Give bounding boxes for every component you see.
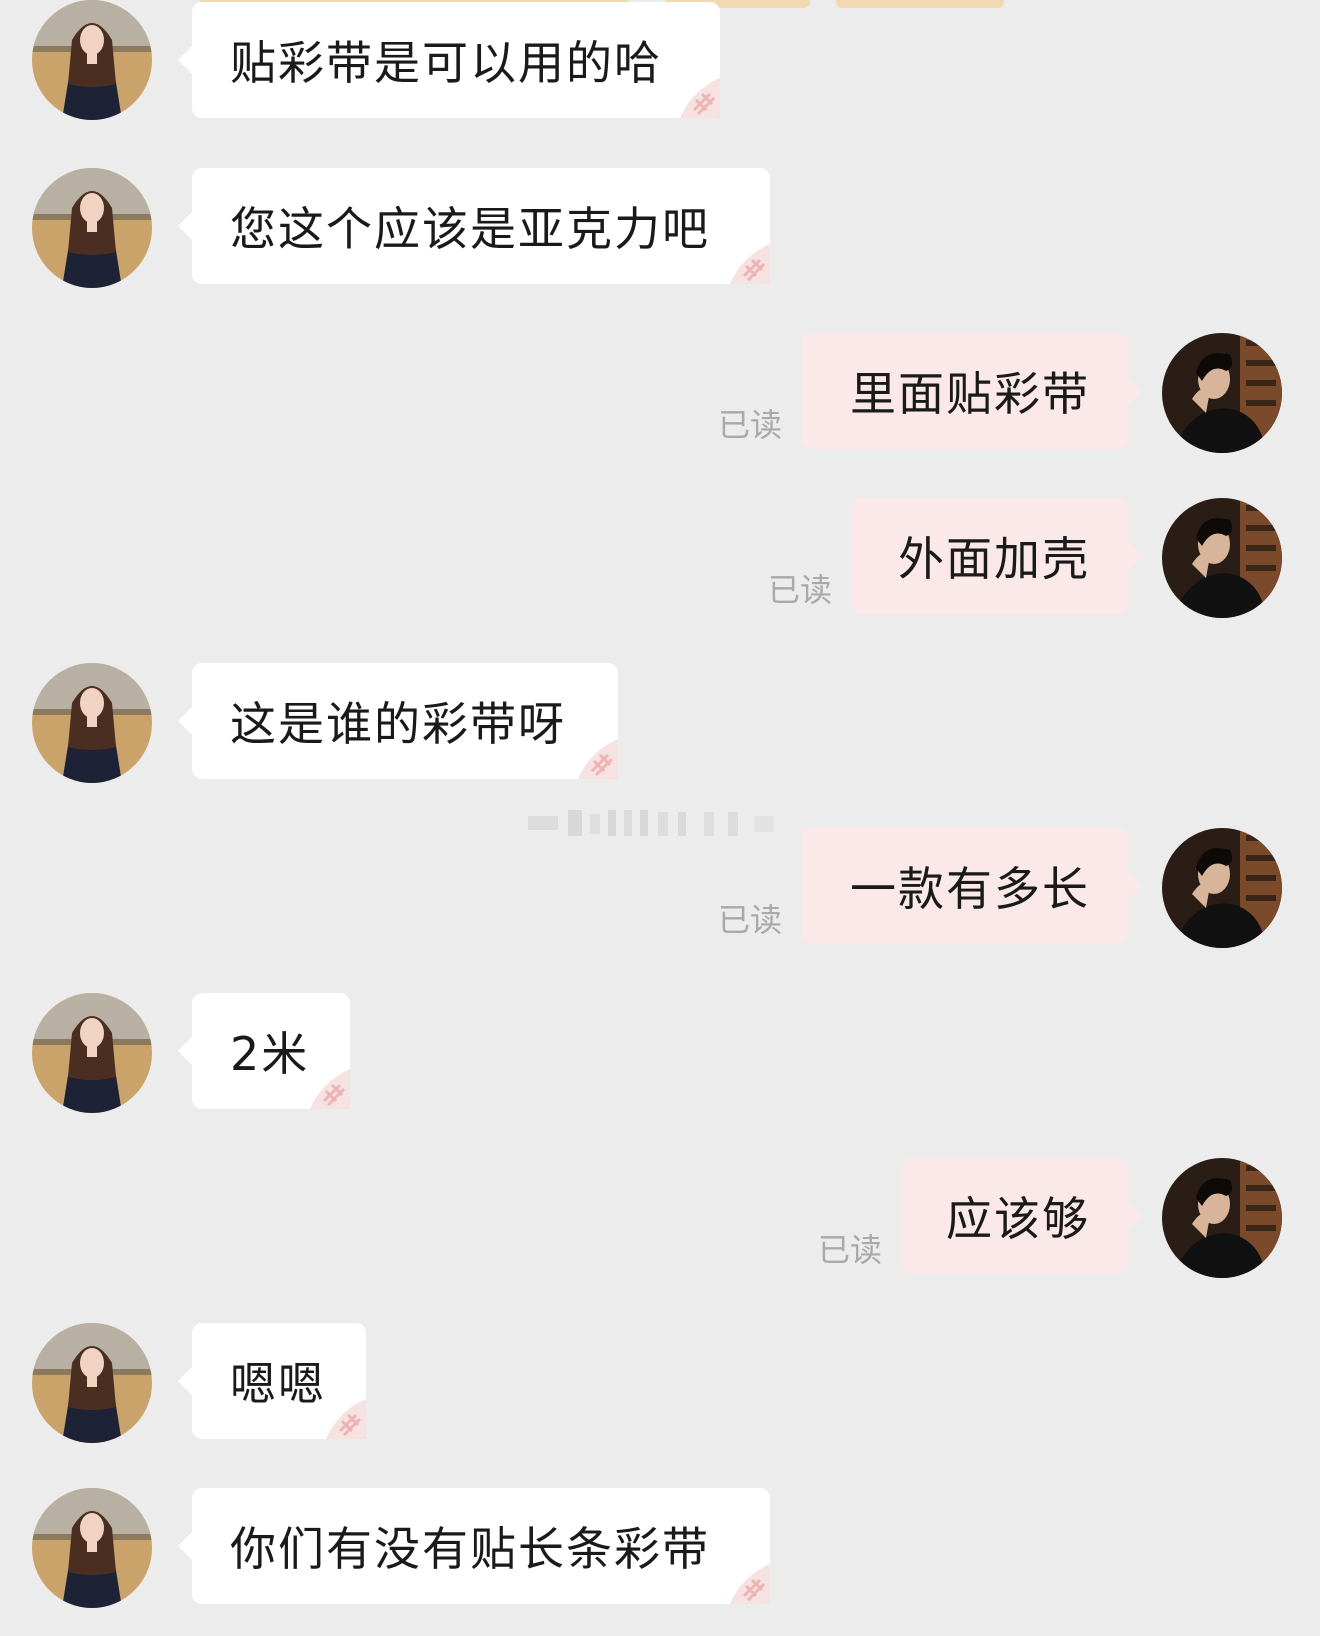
woman-avatar-icon[interactable] bbox=[32, 1323, 152, 1443]
message-bubble-outgoing[interactable]: 外面加壳 bbox=[852, 498, 1142, 614]
message-text: 贴彩带是可以用的哈 bbox=[230, 36, 662, 90]
message-text: 这是谁的彩带呀 bbox=[230, 697, 566, 751]
message-bubble-outgoing[interactable]: 应该够 bbox=[902, 1158, 1142, 1274]
message-bubble-incoming[interactable]: 您这个应该是亚克力吧 bbox=[178, 168, 770, 284]
man-avatar-icon[interactable] bbox=[1162, 498, 1282, 618]
message-bubble-incoming[interactable]: 这是谁的彩带呀 bbox=[178, 663, 618, 779]
man-avatar-icon[interactable] bbox=[1162, 828, 1282, 948]
message-text: 您这个应该是亚克力吧 bbox=[230, 202, 710, 256]
woman-avatar-icon[interactable] bbox=[32, 993, 152, 1113]
woman-avatar-icon[interactable] bbox=[32, 663, 152, 783]
blurred-timestamp bbox=[528, 810, 774, 836]
read-receipt: 已读 bbox=[718, 901, 783, 939]
message-text: 你们有没有贴长条彩带 bbox=[230, 1522, 710, 1576]
chat-screen: 贴彩带是可以用的哈 您这个应该是亚克力吧 已读 里面贴彩带 已读 外面加壳 这是… bbox=[0, 0, 1320, 1636]
read-receipt: 已读 bbox=[818, 1231, 883, 1269]
message-bubble-outgoing[interactable]: 里面贴彩带 bbox=[802, 333, 1142, 449]
message-text: 一款有多长 bbox=[850, 862, 1090, 916]
pin-stamp-icon bbox=[570, 731, 618, 779]
pin-stamp-icon bbox=[302, 1061, 350, 1109]
message-bubble-outgoing[interactable]: 一款有多长 bbox=[802, 828, 1142, 944]
woman-avatar-icon[interactable] bbox=[32, 168, 152, 288]
pin-stamp-icon bbox=[318, 1391, 366, 1439]
pin-stamp-icon bbox=[722, 236, 770, 284]
woman-avatar-icon[interactable] bbox=[32, 0, 152, 120]
man-avatar-icon[interactable] bbox=[1162, 1158, 1282, 1278]
man-avatar-icon[interactable] bbox=[1162, 333, 1282, 453]
pin-stamp-icon bbox=[722, 1556, 770, 1604]
quick-reply-chip[interactable] bbox=[836, 0, 1004, 8]
message-bubble-incoming[interactable]: 贴彩带是可以用的哈 bbox=[178, 2, 720, 118]
message-text: 外面加壳 bbox=[898, 532, 1090, 586]
message-bubble-incoming[interactable]: 嗯嗯 bbox=[178, 1323, 366, 1439]
message-bubble-incoming[interactable]: 2米 bbox=[178, 993, 350, 1109]
woman-avatar-icon[interactable] bbox=[32, 1488, 152, 1608]
message-text: 嗯嗯 bbox=[230, 1357, 326, 1411]
message-text: 应该够 bbox=[946, 1192, 1090, 1246]
read-receipt: 已读 bbox=[768, 571, 833, 609]
message-text: 2米 bbox=[230, 1027, 310, 1081]
read-receipt: 已读 bbox=[718, 406, 783, 444]
message-bubble-incoming[interactable]: 你们有没有贴长条彩带 bbox=[178, 1488, 770, 1604]
message-text: 里面贴彩带 bbox=[850, 367, 1090, 421]
pin-stamp-icon bbox=[672, 70, 720, 118]
